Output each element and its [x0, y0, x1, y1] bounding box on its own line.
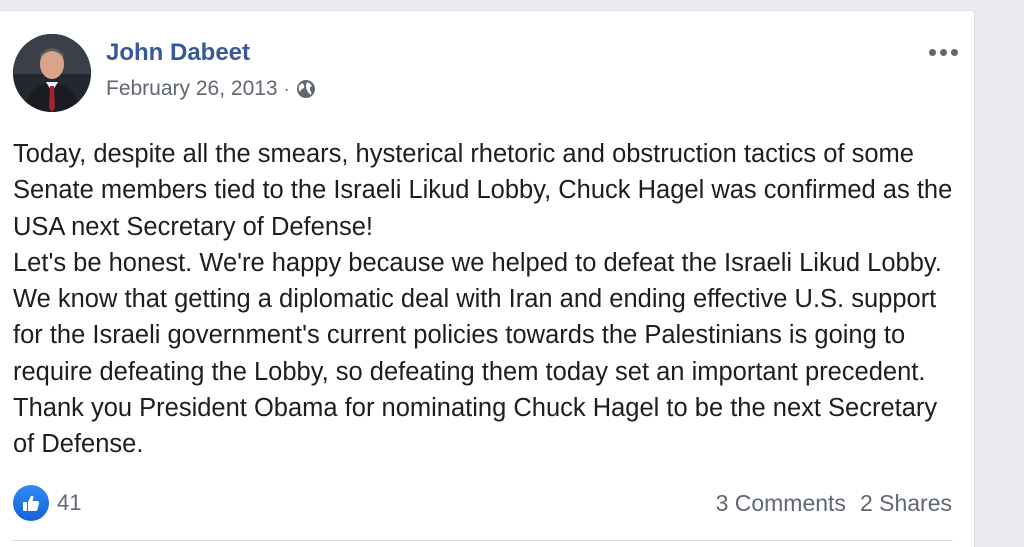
engagement-counts: 3 Comments 2 Shares — [716, 490, 952, 517]
more-dot — [950, 48, 958, 56]
like-icon — [13, 485, 49, 521]
meta-separator: · — [283, 78, 290, 99]
like-count: 41 — [57, 490, 82, 515]
post-body: Today, despite all the smears, hysterica… — [13, 136, 953, 463]
more-dot — [939, 48, 947, 56]
post-meta: February 26, 2013 · — [106, 77, 316, 101]
post-paragraph: Let's be honest. We're happy because we … — [13, 248, 942, 459]
globe-icon[interactable] — [296, 79, 316, 99]
post-card: John Dabeet February 26, 2013 · Today, d… — [0, 10, 975, 547]
avatar[interactable] — [13, 34, 91, 112]
author-name[interactable]: John Dabeet — [106, 39, 250, 67]
post-paragraph: Today, despite all the smears, hysterica… — [13, 140, 953, 241]
post-date[interactable]: February 26, 2013 — [106, 77, 278, 101]
reaction-summary[interactable]: 41 — [13, 485, 81, 521]
shares-count-link[interactable]: 2 Shares — [860, 490, 952, 517]
comments-count-link[interactable]: 3 Comments — [716, 490, 846, 517]
divider — [13, 540, 953, 541]
more-options-icon[interactable] — [923, 41, 963, 63]
more-dot — [928, 48, 936, 56]
